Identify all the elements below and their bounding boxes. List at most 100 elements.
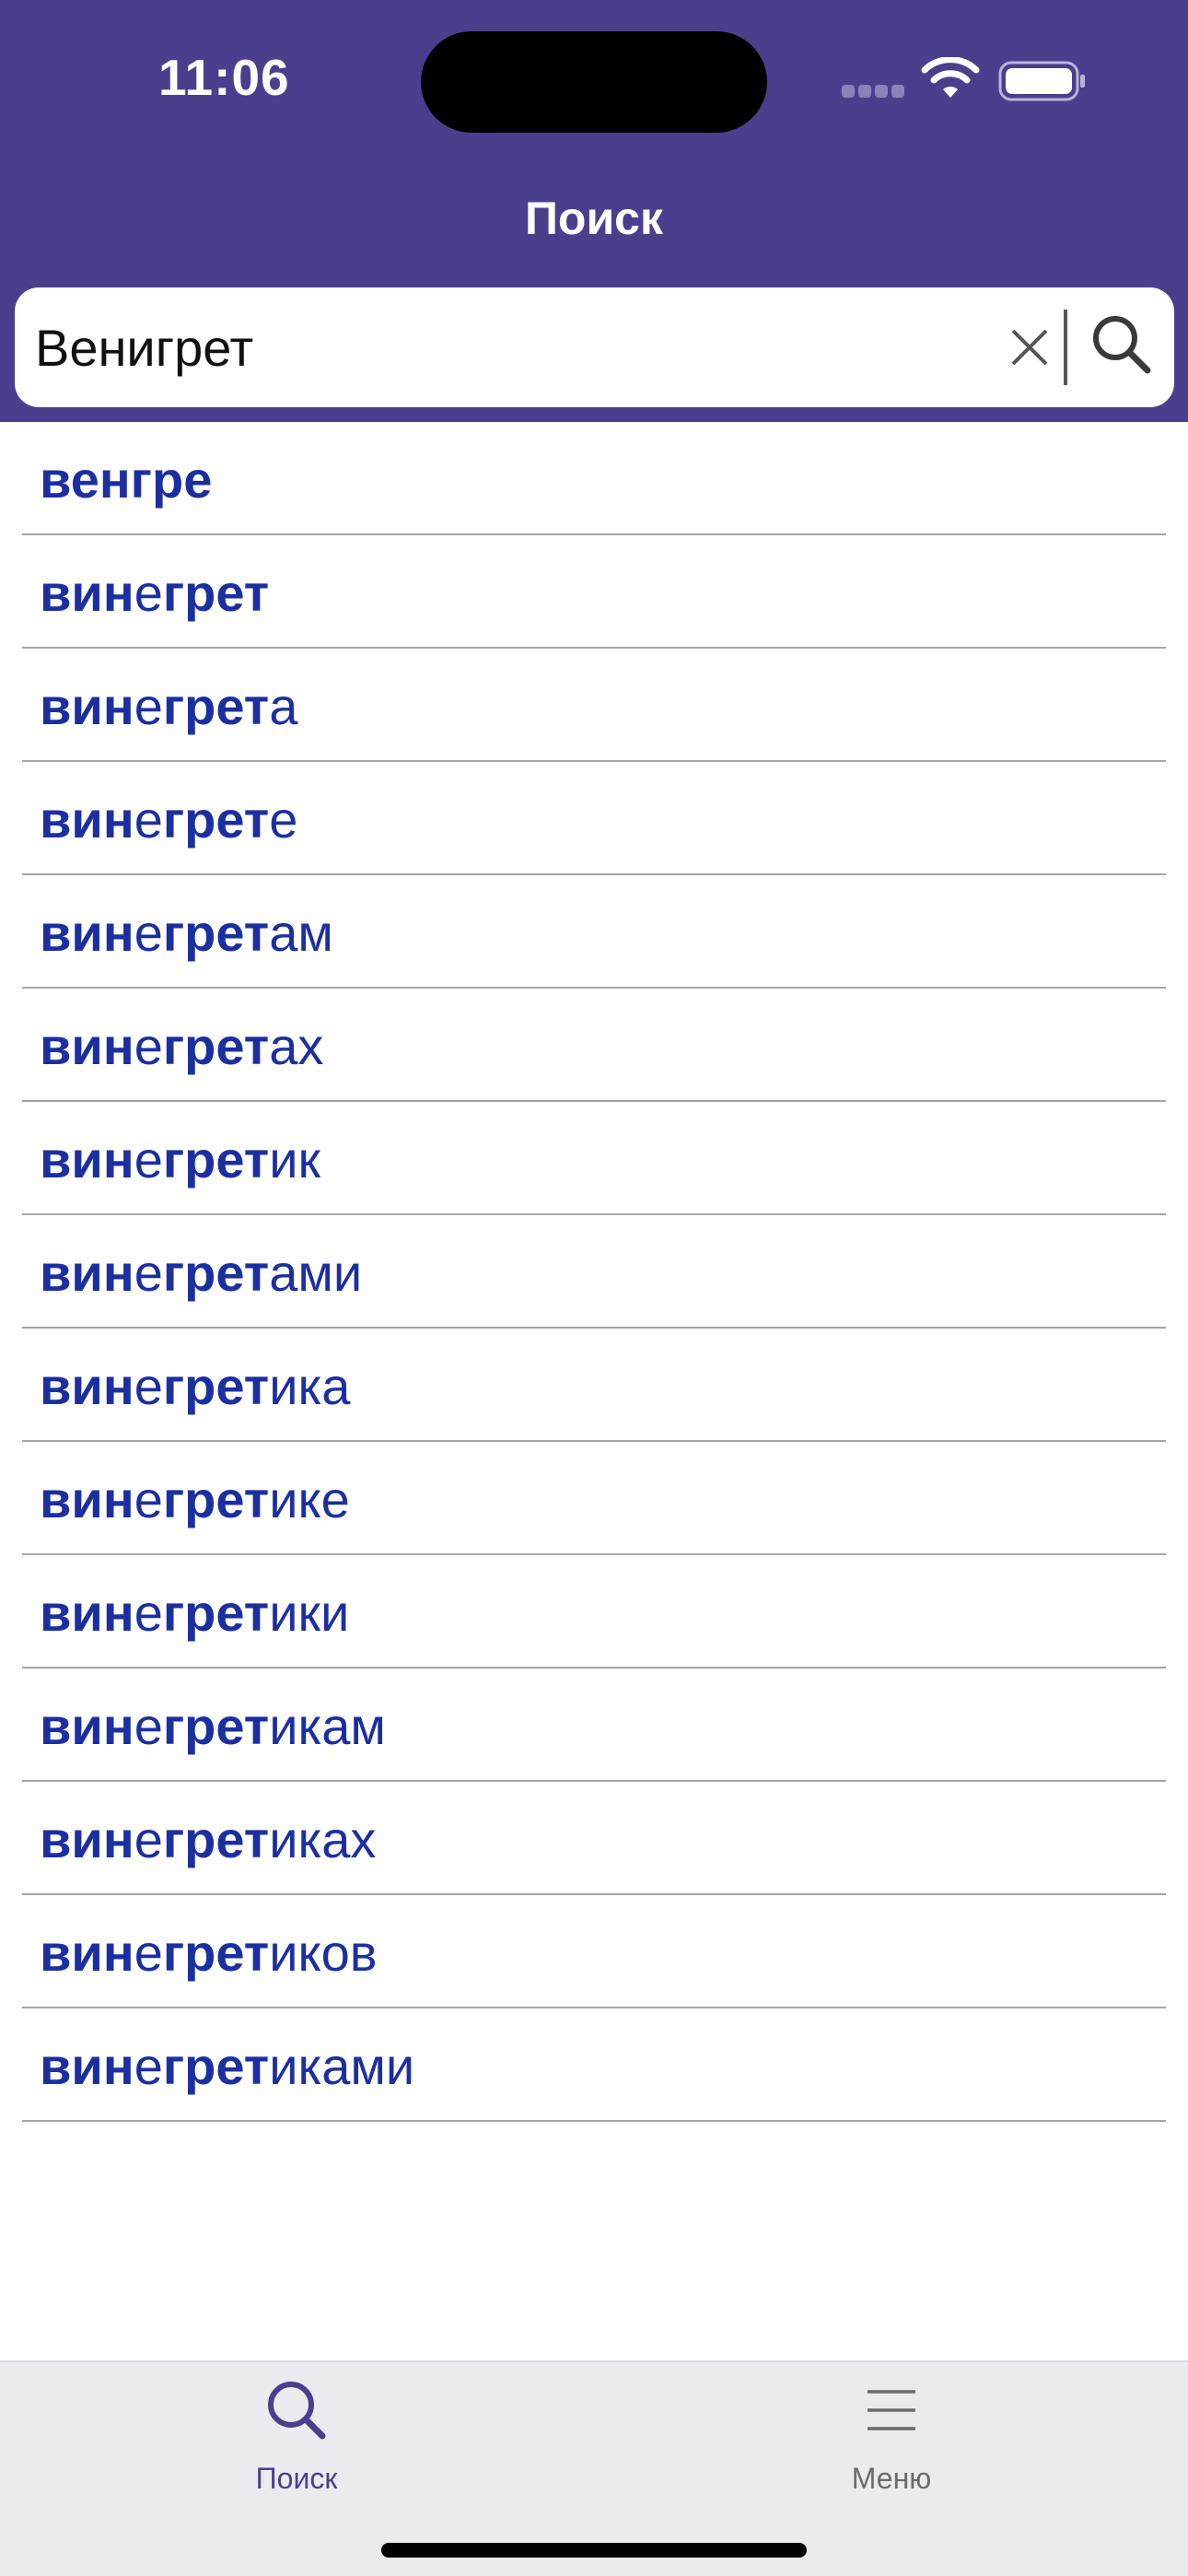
result-row[interactable]: венгре (22, 422, 1166, 535)
unmatched-fragment: е (134, 790, 163, 849)
result-row[interactable]: винегрета (22, 649, 1166, 762)
clear-icon[interactable] (1009, 327, 1050, 368)
result-row[interactable]: винегретик (22, 1102, 1166, 1215)
result-row[interactable]: винегретах (22, 989, 1166, 1102)
matched-fragment: грет (162, 904, 270, 962)
matched-fragment: грет (162, 1130, 270, 1188)
unmatched-fragment: ике (269, 1470, 350, 1528)
result-row[interactable]: винегретами (22, 1215, 1166, 1329)
unmatched-fragment: иками (269, 2037, 415, 2095)
search-divider (1064, 310, 1067, 385)
result-word: винегретах (40, 1016, 323, 1076)
result-row[interactable]: винегретики (22, 1555, 1166, 1669)
result-row[interactable]: винегрете (22, 762, 1166, 875)
result-word: винегретик (40, 1130, 320, 1189)
matched-fragment: ви (40, 564, 103, 622)
unmatched-fragment: е (134, 1697, 163, 1755)
header: 11:06 Поиск (0, 0, 1188, 422)
unmatched-fragment: а (269, 677, 298, 735)
tab-bar: Поиск Меню (0, 2360, 1188, 2576)
battery-icon (998, 61, 1085, 101)
search-input[interactable] (35, 287, 993, 407)
result-row[interactable]: винегретиков (22, 1895, 1166, 2008)
unmatched-fragment: е (134, 1244, 163, 1302)
search-bar (15, 287, 1174, 407)
matched-fragment: грет (162, 2037, 270, 2095)
unmatched-fragment: е (134, 904, 163, 962)
matched-fragment: ви (40, 1924, 103, 1982)
result-word: венгре (40, 450, 212, 509)
matched-fragment: н (102, 904, 134, 962)
result-row[interactable]: винегретиках (22, 1782, 1166, 1895)
matched-fragment: ви (40, 1017, 103, 1075)
matched-fragment: ви (40, 1357, 103, 1415)
matched-fragment: н (102, 1810, 134, 1868)
result-row[interactable]: винегретике (22, 1442, 1166, 1555)
result-row[interactable]: винегретикам (22, 1669, 1166, 1782)
unmatched-fragment: е (134, 1357, 163, 1415)
result-word: винегретики (40, 1583, 349, 1643)
unmatched-fragment: е (134, 1584, 163, 1642)
matched-fragment: н (102, 1017, 134, 1075)
result-word: винегретиков (40, 1923, 378, 1983)
unmatched-fragment: е (134, 1130, 163, 1188)
unmatched-fragment: иках (269, 1810, 377, 1868)
result-row[interactable]: винегретам (22, 875, 1166, 989)
wifi-icon (921, 57, 980, 98)
unmatched-fragment: е (134, 677, 163, 735)
result-row[interactable]: винегретика (22, 1329, 1166, 1442)
matched-fragment: грет (162, 1470, 270, 1528)
matched-fragment: ви (40, 1470, 103, 1528)
matched-fragment: н (102, 2037, 134, 2095)
matched-fragment: венгре (40, 451, 213, 509)
cellular-signal-icon (842, 85, 906, 98)
matched-fragment: грет (162, 677, 270, 735)
matched-fragment: н (102, 564, 134, 622)
result-row[interactable]: винегретиками (22, 2008, 1166, 2122)
result-word: винегретами (40, 1243, 362, 1303)
tab-menu[interactable]: Меню (753, 2362, 1030, 2519)
result-word: винегрете (40, 790, 297, 849)
unmatched-fragment: ам (269, 904, 333, 962)
dynamic-island (421, 31, 767, 133)
unmatched-fragment: е (134, 1810, 163, 1868)
result-word: винегретиками (40, 2036, 414, 2096)
unmatched-fragment: е (134, 1470, 163, 1528)
unmatched-fragment: икам (269, 1697, 386, 1755)
matched-fragment: н (102, 1130, 134, 1188)
matched-fragment: н (102, 1924, 134, 1982)
unmatched-fragment: е (134, 1924, 163, 1982)
matched-fragment: ви (40, 790, 103, 849)
matched-fragment: ви (40, 1584, 103, 1642)
matched-fragment: ви (40, 677, 103, 735)
unmatched-fragment: ик (269, 1130, 320, 1188)
matched-fragment: грет (162, 1810, 270, 1868)
unmatched-fragment: е (134, 2037, 163, 2095)
result-word: винегрета (40, 676, 297, 736)
matched-fragment: грет (162, 790, 270, 849)
unmatched-fragment: ики (269, 1584, 350, 1642)
matched-fragment: н (102, 1584, 134, 1642)
search-icon[interactable] (1090, 313, 1153, 376)
matched-fragment: ви (40, 2037, 103, 2095)
matched-fragment: грет (162, 564, 270, 622)
matched-fragment: ви (40, 1697, 103, 1755)
result-row[interactable]: винегрет (22, 535, 1166, 649)
page-title: Поиск (524, 193, 664, 244)
unmatched-fragment: иков (269, 1924, 378, 1982)
matched-fragment: ви (40, 1810, 103, 1868)
matched-fragment: грет (162, 1584, 270, 1642)
matched-fragment: н (102, 1697, 134, 1755)
matched-fragment: грет (162, 1244, 270, 1302)
matched-fragment: ви (40, 1244, 103, 1302)
result-word: винегретикам (40, 1696, 386, 1756)
matched-fragment: грет (162, 1697, 270, 1755)
matched-fragment: ви (40, 904, 103, 962)
matched-fragment: грет (162, 1357, 270, 1415)
unmatched-fragment: е (269, 790, 298, 849)
tab-search[interactable]: Поиск (158, 2362, 435, 2519)
matched-fragment: н (102, 1244, 134, 1302)
result-word: винегретам (40, 903, 333, 963)
tab-menu-label: Меню (851, 2462, 932, 2495)
matched-fragment: грет (162, 1924, 270, 1982)
